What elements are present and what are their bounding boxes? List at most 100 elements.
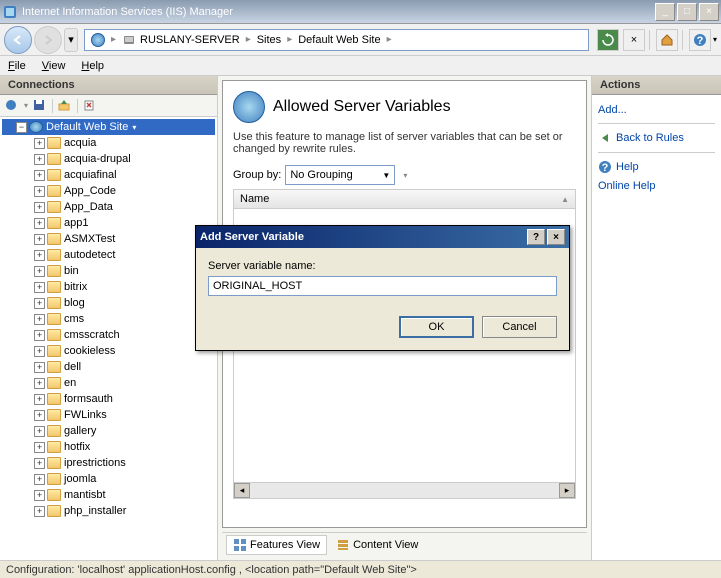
breadcrumb-site[interactable]: Default Web Site [296,34,382,46]
minimize-button[interactable]: _ [655,3,675,21]
home-button[interactable] [656,29,678,51]
action-online-help[interactable]: Online Help [598,177,715,195]
tree-item[interactable]: +iprestrictions [2,455,215,471]
expand-icon[interactable]: + [34,138,45,149]
tree-item[interactable]: +acquia-drupal [2,151,215,167]
dialog-titlebar[interactable]: Add Server Variable ? × [196,226,569,248]
tree-item[interactable]: +dell [2,359,215,375]
action-back-to-rules[interactable]: Back to Rules [598,128,715,148]
tree-item[interactable]: +cms [2,311,215,327]
expand-icon[interactable]: + [34,346,45,357]
expand-icon[interactable]: + [34,506,45,517]
save-icon[interactable] [32,98,48,114]
expand-icon[interactable]: + [34,282,45,293]
back-button[interactable] [4,26,32,54]
expand-icon[interactable]: + [34,442,45,453]
up-icon[interactable] [57,98,73,114]
tree-item[interactable]: +joomla [2,471,215,487]
chevron-right-icon: ▸ [246,34,251,45]
expand-icon[interactable]: + [34,186,45,197]
stop-button[interactable]: × [623,29,645,51]
expand-icon[interactable]: + [34,426,45,437]
help-button[interactable]: ? [689,29,711,51]
expand-icon[interactable]: + [34,378,45,389]
expand-icon[interactable]: + [34,410,45,421]
breadcrumb-server[interactable]: RUSLANY-SERVER [120,33,242,47]
cancel-button[interactable]: Cancel [482,316,557,338]
nav-dropdown-button[interactable]: ▾ [64,28,78,52]
action-add[interactable]: Add... [598,101,715,119]
tree-item[interactable]: +php_installer [2,503,215,519]
breadcrumb-home-icon[interactable] [89,33,107,47]
tree-item[interactable]: +cookieless [2,343,215,359]
tree-item[interactable]: +cmsscratch [2,327,215,343]
forward-button[interactable] [34,26,62,54]
expand-icon[interactable]: + [34,234,45,245]
tab-content-view[interactable]: Content View [329,535,425,555]
folder-icon [47,249,61,261]
expand-icon[interactable]: + [34,490,45,501]
expand-icon[interactable]: + [34,362,45,373]
breadcrumb-bar[interactable]: ▸ RUSLANY-SERVER ▸ Sites ▸ Default Web S… [84,29,589,51]
server-variable-input[interactable] [208,276,557,296]
menu-view[interactable]: View [42,60,66,72]
tree-item[interactable]: +hotfix [2,439,215,455]
groupby-select[interactable]: No Grouping ▼ [285,165,395,185]
dialog-help-button[interactable]: ? [527,229,545,245]
tree-item[interactable]: +bitrix [2,279,215,295]
tree-item[interactable]: +en [2,375,215,391]
delete-icon[interactable] [82,98,98,114]
refresh-button[interactable] [597,29,619,51]
scroll-left-button[interactable]: ◂ [234,483,250,498]
tree-item[interactable]: +formsauth [2,391,215,407]
tree-item[interactable]: +bin [2,263,215,279]
action-help[interactable]: ? Help [598,157,715,177]
groupby-extra-dropdown[interactable]: ▾ [403,171,407,180]
tree-item[interactable]: +acquia [2,135,215,151]
breadcrumb-sites[interactable]: Sites [255,34,283,46]
connections-tree[interactable]: −Default Web Site▾+acquia+acquia-drupal+… [0,117,217,560]
tree-root[interactable]: −Default Web Site▾ [2,119,215,135]
collapse-icon[interactable]: − [16,122,27,133]
tree-item[interactable]: +mantisbt [2,487,215,503]
list-column-header[interactable]: Name ▲ [233,189,576,209]
expand-icon[interactable]: + [34,330,45,341]
expand-icon[interactable]: + [34,218,45,229]
tab-features-view[interactable]: Features View [226,535,327,555]
menu-help[interactable]: Help [81,60,104,72]
horizontal-scrollbar[interactable]: ◂ ▸ [234,482,575,498]
folder-icon [47,345,61,357]
tree-item[interactable]: +App_Data [2,199,215,215]
expand-icon[interactable]: + [34,474,45,485]
expand-icon[interactable]: + [34,394,45,405]
dialog-close-button[interactable]: × [547,229,565,245]
expand-icon[interactable]: + [34,266,45,277]
tree-item[interactable]: +app1 [2,215,215,231]
folder-icon [47,457,61,469]
ok-button[interactable]: OK [399,316,474,338]
expand-icon[interactable]: + [34,298,45,309]
tree-item[interactable]: +gallery [2,423,215,439]
expand-icon[interactable]: + [34,314,45,325]
close-button[interactable]: × [699,3,719,21]
scroll-right-button[interactable]: ▸ [559,483,575,498]
tree-item[interactable]: +ASMXTest [2,231,215,247]
back-arrow-icon [598,131,612,145]
connect-icon[interactable] [4,98,20,114]
expand-icon[interactable]: + [34,250,45,261]
tree-item[interactable]: +blog [2,295,215,311]
maximize-button[interactable]: □ [677,3,697,21]
tree-item[interactable]: +App_Code [2,183,215,199]
folder-icon [47,489,61,501]
expand-icon[interactable]: + [34,202,45,213]
tree-item[interactable]: +autodetect [2,247,215,263]
expand-icon[interactable]: + [34,154,45,165]
features-icon [233,538,247,552]
help-icon: ? [598,160,612,174]
menu-file[interactable]: File [8,60,26,72]
expand-icon[interactable]: + [34,458,45,469]
tree-item[interactable]: +FWLinks [2,407,215,423]
folder-icon [47,265,61,277]
expand-icon[interactable]: + [34,170,45,181]
tree-item[interactable]: +acquiafinal [2,167,215,183]
